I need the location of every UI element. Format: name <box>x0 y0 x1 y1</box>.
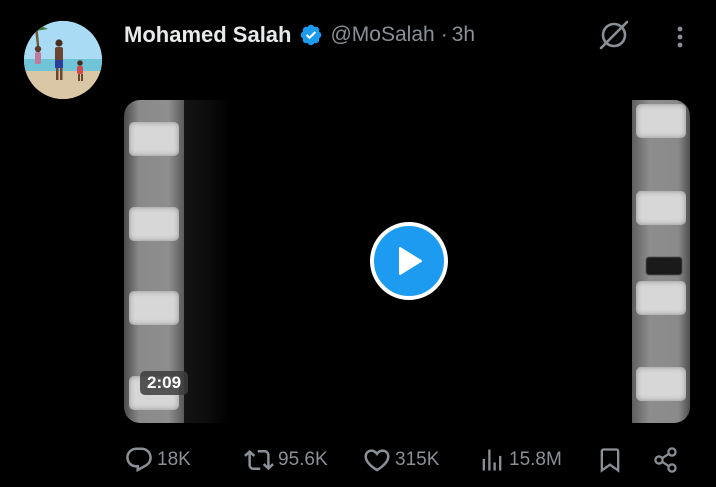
film-mark <box>646 257 682 275</box>
reply-count: 18K <box>157 449 191 470</box>
more-options-button[interactable] <box>668 22 692 52</box>
film-perforation <box>636 191 686 225</box>
more-options-icon <box>677 26 683 48</box>
reply-button[interactable]: 18K <box>124 444 191 476</box>
film-perforation <box>129 207 179 241</box>
film-perforation <box>129 291 179 325</box>
repost-icon <box>244 449 274 471</box>
views-icon <box>482 449 502 471</box>
play-icon <box>399 247 422 275</box>
like-count: 315K <box>395 449 440 470</box>
views-button[interactable]: 15.8M <box>478 444 562 476</box>
film-perforation <box>636 367 686 401</box>
film-strip-right <box>632 100 690 423</box>
tweet-header: Mohamed Salah @MoSalah · 3h <box>124 20 475 50</box>
avatar[interactable] <box>24 21 102 99</box>
avatar-photo <box>24 21 102 99</box>
like-button[interactable]: 315K <box>362 444 439 476</box>
grok-button[interactable] <box>597 18 631 52</box>
bookmark-button[interactable] <box>596 444 624 476</box>
handle[interactable]: @MoSalah <box>330 23 434 47</box>
film-perforation <box>636 281 686 315</box>
play-button[interactable] <box>370 222 448 300</box>
views-count: 15.8M <box>509 449 562 470</box>
share-icon <box>654 447 677 473</box>
separator-dot: · <box>440 23 448 46</box>
share-button[interactable] <box>651 444 681 476</box>
display-name[interactable]: Mohamed Salah <box>124 22 291 48</box>
like-icon <box>364 449 390 472</box>
tweet: Mohamed Salah @MoSalah · 3h 2:09 18K 95.… <box>0 0 716 487</box>
repost-button[interactable]: 95.6K <box>243 444 328 476</box>
timestamp[interactable]: 3h <box>452 23 475 47</box>
action-bar: 18K 95.6K 315K 15.8M <box>0 444 716 476</box>
video-player[interactable]: 2:09 <box>124 100 690 423</box>
grok-icon <box>599 20 629 50</box>
film-shadow <box>184 100 229 423</box>
video-duration: 2:09 <box>140 371 189 395</box>
film-perforation <box>129 122 179 156</box>
repost-count: 95.6K <box>278 449 328 470</box>
film-perforation <box>636 104 686 138</box>
reply-icon <box>126 447 152 473</box>
verified-badge-icon <box>299 23 323 47</box>
bookmark-icon <box>600 448 620 473</box>
